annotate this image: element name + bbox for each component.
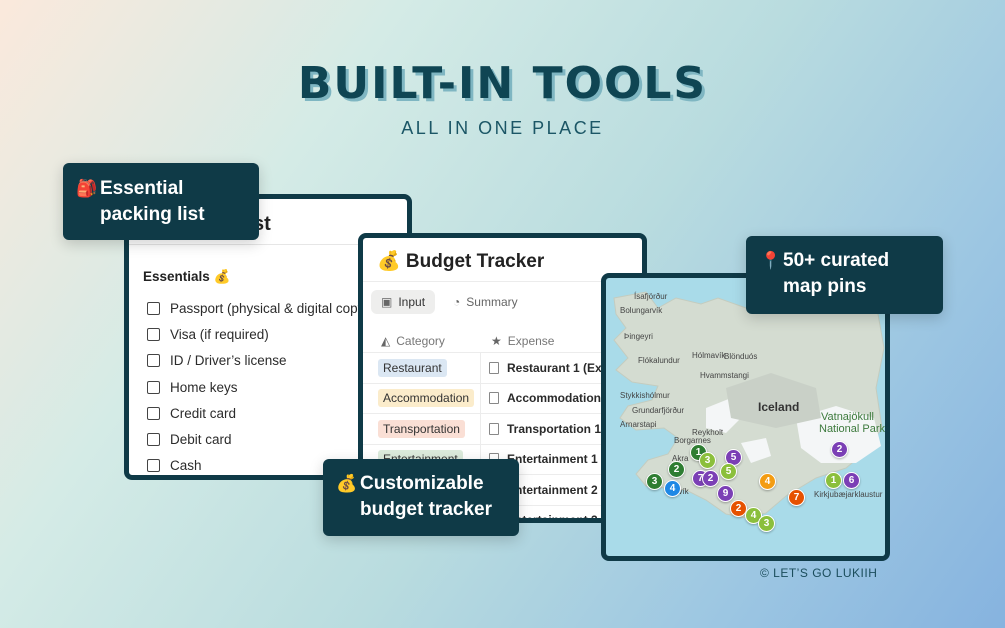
pushpin-icon: 📍	[760, 251, 782, 270]
map-label: Vatnajökull	[821, 411, 874, 423]
checklist-label: ID / Driver’s license	[170, 353, 287, 369]
checklist-label: Visa (if required)	[170, 326, 269, 342]
checkbox[interactable]	[147, 433, 160, 447]
map-pin[interactable]: 3	[699, 452, 716, 469]
expense-name: Accommodation 1	[507, 391, 612, 406]
column-expense[interactable]: ★ Expense	[481, 330, 554, 352]
shapes-icon: ◭	[381, 334, 391, 348]
budget-card-title: 💰 Budget Tracker	[363, 238, 642, 282]
money-bag-icon: 💰	[336, 474, 358, 493]
tab-label: Summary	[466, 295, 518, 309]
callout-line: map pins	[783, 276, 867, 297]
callout-line: 50+ curated	[783, 250, 890, 271]
map-label: Hvammstangi	[700, 371, 749, 380]
map-pin[interactable]: 5	[720, 463, 737, 480]
checklist-item[interactable]: Passport (physical & digital copy	[147, 295, 364, 321]
map-pins-callout: 📍 50+ curated map pins	[746, 236, 943, 314]
map-pin[interactable]: 4	[664, 480, 681, 497]
map-label: Hólmavík	[692, 351, 726, 360]
category-tag: Restaurant	[378, 358, 447, 377]
checklist-item[interactable]: ID / Driver’s license	[147, 348, 364, 374]
map-pin[interactable]: 7	[788, 489, 805, 506]
map-pin[interactable]: 1	[825, 472, 842, 489]
map-label: Flókalundur	[638, 356, 680, 365]
pie-chart-icon: ◔	[453, 295, 461, 309]
checklist-item[interactable]: Credit card	[147, 400, 364, 426]
expense-name: Transportation 1 (E	[507, 421, 617, 436]
checklist-label: Debit card	[170, 432, 232, 448]
map-label: Borgarnes	[674, 436, 711, 445]
tab-input[interactable]: ▣ Input	[371, 290, 436, 314]
checklist-item[interactable]: Debit card	[147, 426, 364, 452]
map-label: Grundarfjörður	[632, 406, 685, 415]
page-icon	[489, 361, 499, 374]
map-pin[interactable]: 2	[831, 441, 848, 458]
expense-name: Restaurant 1 (Exan	[507, 360, 616, 375]
callout-line: packing list	[100, 204, 205, 225]
tab-summary[interactable]: ◔ Summary	[443, 290, 528, 314]
map-pin[interactable]: 2	[668, 461, 685, 478]
category-tag: Accommodation	[378, 389, 475, 408]
checkbox[interactable]	[147, 354, 160, 368]
map-label: Kirkjubæjarklaustur	[814, 490, 883, 499]
checkbox[interactable]	[147, 327, 160, 341]
backpack-icon: 🎒	[76, 179, 98, 198]
page-title: BUILT-IN TOOLS	[297, 58, 708, 109]
map-pin[interactable]: 9	[717, 485, 734, 502]
page-icon	[489, 422, 499, 435]
checklist-label: Passport (physical & digital copy	[170, 300, 365, 316]
map-label: Arnarstapi	[620, 420, 657, 429]
map-pin[interactable]: 3	[758, 515, 775, 532]
checklist-item[interactable]: Home keys	[147, 374, 364, 400]
map-pin[interactable]: 6	[843, 472, 860, 489]
column-label: Category	[396, 334, 445, 348]
map-label: Ísafjörður	[634, 292, 668, 301]
budget-tracker-callout: 💰 Customizable budget tracker	[323, 459, 519, 536]
map-pin[interactable]: 3	[646, 473, 663, 490]
map-label: Iceland	[758, 400, 800, 414]
map-label: National Park	[819, 423, 886, 435]
page-icon	[489, 392, 499, 405]
category-tag: Transportation	[378, 419, 465, 438]
expense-name: Entertainment 2 (E	[507, 482, 614, 497]
packing-list-callout: 🎒 Essential packing list	[63, 163, 259, 240]
checklist-item[interactable]: Visa (if required)	[147, 321, 364, 347]
map-pin[interactable]: 2	[702, 470, 719, 487]
packing-checklist: Passport (physical & digital copy Visa (…	[147, 295, 364, 475]
map-label: Stykkishólmur	[620, 391, 670, 400]
star-icon: ★	[491, 334, 502, 348]
column-category[interactable]: ◭ Category	[363, 330, 481, 352]
tab-label: Input	[398, 295, 426, 309]
checkbox[interactable]	[147, 459, 160, 473]
callout-line: Essential	[100, 178, 184, 199]
checklist-label: Credit card	[170, 405, 237, 421]
checkbox[interactable]	[147, 301, 160, 315]
checklist-label: Cash	[170, 458, 202, 474]
callout-line: Customizable	[360, 473, 484, 494]
essentials-heading: Essentials 💰	[143, 269, 231, 284]
checklist-label: Home keys	[170, 379, 238, 395]
expense-name: Entertainment 1 (E	[507, 452, 614, 467]
map-label: Bolungarvík	[620, 306, 663, 315]
checkbox[interactable]	[147, 380, 160, 394]
callout-line: budget tracker	[360, 499, 492, 520]
map-label: Þingeyri	[624, 332, 653, 341]
map-pin[interactable]: 4	[759, 473, 776, 490]
map-card[interactable]: Ísafjörður Bolungarvík Þingeyri Flókalun…	[601, 273, 890, 561]
copyright-credit: © LET’S GO LUKIIH	[760, 566, 878, 580]
checkbox[interactable]	[147, 406, 160, 420]
column-label: Expense	[507, 334, 555, 348]
budget-tabs: ▣ Input ◔ Summary	[371, 290, 528, 314]
page-subtitle: ALL IN ONE PLACE	[401, 118, 604, 138]
map-label: Blönduós	[724, 352, 758, 361]
expense-name: Entertainment 3 (E	[507, 513, 614, 523]
banknote-icon: ▣	[381, 295, 393, 309]
